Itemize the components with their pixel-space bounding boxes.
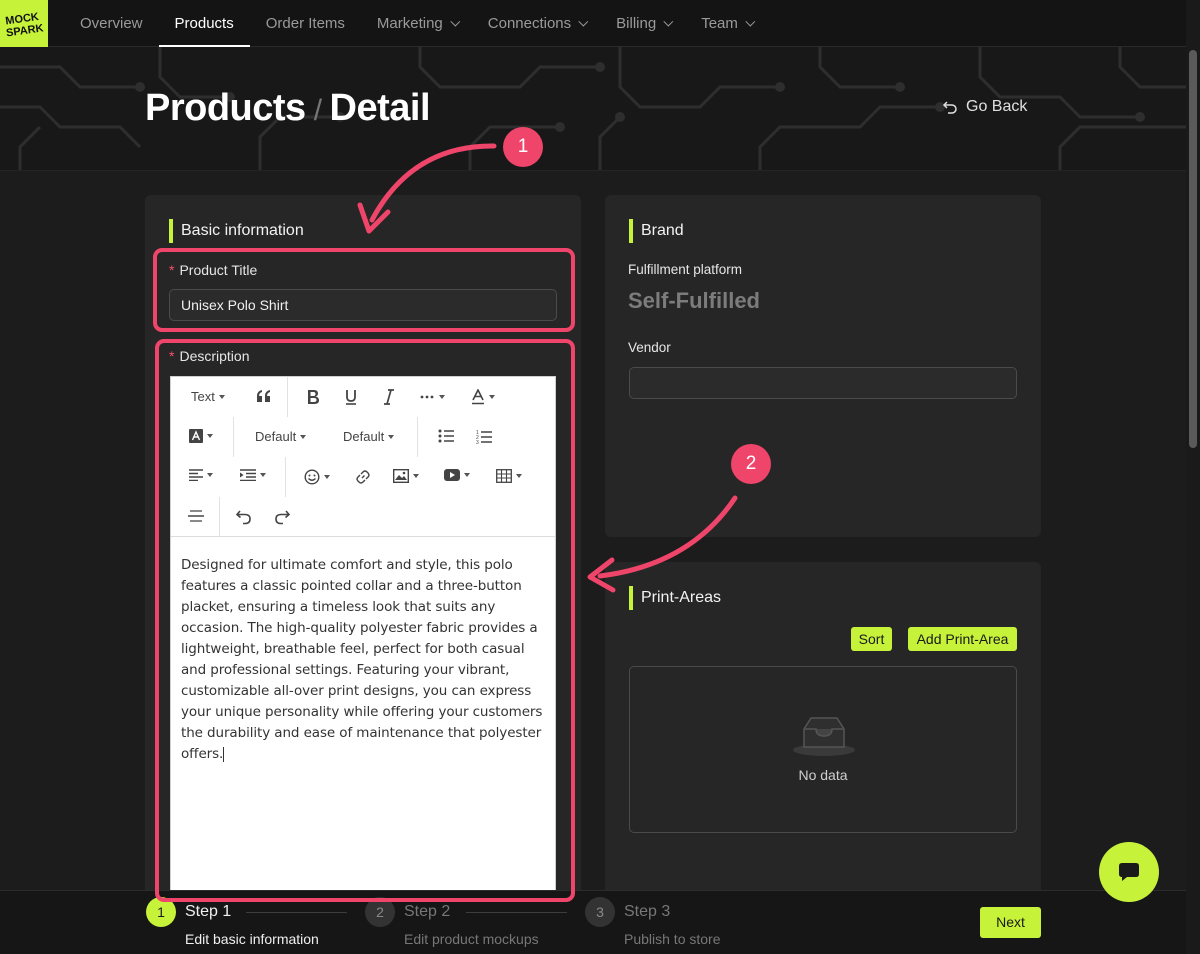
step-connector: [466, 912, 567, 913]
undo-arrow-icon: [942, 101, 957, 114]
chevron-down-icon: [663, 16, 674, 27]
nav-products[interactable]: Products: [158, 0, 250, 47]
nav-billing-label: Billing: [616, 15, 657, 32]
fulfillment-platform-value: Self-Fulfilled: [628, 288, 760, 313]
vendor-input[interactable]: [629, 367, 1017, 399]
scrollbar-thumb[interactable]: [1189, 50, 1197, 448]
sort-button[interactable]: Sort: [851, 627, 892, 651]
step-3-title: Step 3: [624, 903, 671, 920]
nav-team-label: Team: [701, 15, 738, 32]
top-nav: MOCK SPARK Overview Products Order Items…: [0, 0, 1186, 47]
brand-title: Brand: [629, 219, 684, 243]
add-print-area-button[interactable]: Add Print-Area: [908, 627, 1017, 651]
chevron-down-icon: [745, 16, 756, 27]
step-3-number: 3: [585, 897, 615, 927]
nav-connections-label: Connections: [487, 15, 572, 32]
basic-information-title: Basic information: [169, 219, 304, 243]
annotation-marker-2: 2: [731, 444, 771, 484]
nav-team[interactable]: Team: [685, 0, 767, 47]
breadcrumb-separator: /: [313, 94, 322, 127]
fulfillment-platform-label: Fulfillment platform: [628, 262, 743, 277]
page-header: Products / Detail Go Back: [0, 47, 1186, 171]
vendor-label: Vendor: [628, 340, 671, 355]
go-back-button[interactable]: Go Back: [942, 98, 1027, 116]
nav-billing[interactable]: Billing: [600, 0, 685, 47]
nav-order-items[interactable]: Order Items: [250, 0, 361, 47]
step-2-title: Step 2: [404, 903, 451, 920]
nav-order-items-label: Order Items: [265, 15, 345, 32]
annotation-box-description: [155, 339, 575, 902]
step-1-title: Step 1: [185, 903, 232, 920]
print-areas-title: Print-Areas: [629, 586, 721, 610]
brand-card: [605, 195, 1041, 537]
nav-marketing-label: Marketing: [376, 15, 443, 32]
step-1-description: Edit basic information: [185, 931, 319, 947]
chat-bubble-icon: [1119, 863, 1139, 881]
nav-overview-label: Overview: [80, 15, 143, 32]
annotation-marker-1: 1: [503, 127, 543, 167]
empty-inbox-icon: [793, 717, 855, 756]
annotation-box-product-title: [153, 248, 575, 332]
breadcrumb-detail: Detail: [329, 87, 431, 129]
print-areas-empty-state: No data: [629, 666, 1017, 833]
chat-button[interactable]: [1099, 842, 1159, 902]
nav-overview[interactable]: Overview: [64, 0, 159, 47]
go-back-label: Go Back: [966, 98, 1028, 115]
chevron-down-icon: [578, 16, 589, 27]
nav-products-label: Products: [174, 15, 234, 32]
step-2-description: Edit product mockups: [404, 931, 539, 947]
mockspark-logo[interactable]: MOCK SPARK: [0, 0, 48, 47]
no-data-text: No data: [798, 767, 848, 783]
chevron-down-icon: [450, 16, 461, 27]
next-button[interactable]: Next: [980, 907, 1041, 938]
nav-marketing[interactable]: Marketing: [361, 0, 472, 47]
page-title: Products / Detail: [145, 87, 431, 130]
page-scrollbar[interactable]: [1186, 0, 1200, 954]
step-3-description: Publish to store: [624, 931, 721, 947]
nav-connections[interactable]: Connections: [472, 0, 600, 47]
step-connector: [246, 912, 347, 913]
breadcrumb-products[interactable]: Products: [145, 87, 306, 129]
nav-menu: Overview Products Order Items Marketing …: [64, 0, 767, 47]
